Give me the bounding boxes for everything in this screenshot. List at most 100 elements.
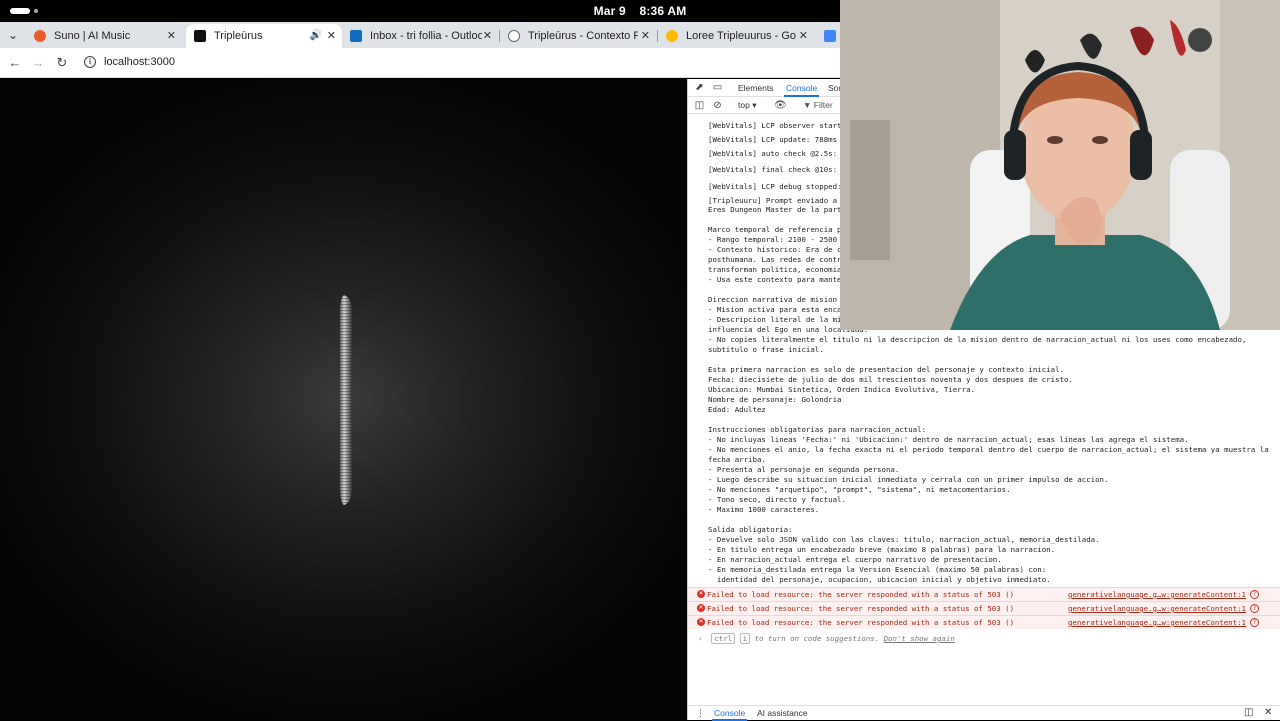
globe-icon — [508, 30, 520, 42]
console-log-line: Marco temporal de referencia p — [708, 225, 842, 234]
console-log-line: [WebVitals] auto check @2.5s: — [708, 149, 838, 158]
inspect-element-icon[interactable]: ⬈ — [694, 82, 705, 93]
console-log-line: subtitulo o frase inicial. — [708, 345, 824, 354]
more-options-icon[interactable]: ⋮ — [696, 708, 705, 719]
tab-suno[interactable]: Suno | AI Music ✕ — [26, 24, 182, 48]
outlook-favicon-icon — [350, 30, 362, 42]
context-selector[interactable]: top ▾ — [738, 100, 756, 111]
tab-contexto[interactable]: Tripleūrus - Contexto Pr ✕ — [500, 24, 656, 48]
eye-icon[interactable]: 👁 — [774, 100, 787, 111]
hint-text: to turn on code suggestions. — [750, 634, 884, 643]
kbd-i: i — [739, 633, 751, 644]
suno-favicon-icon — [34, 30, 46, 42]
console-log-line: - Luego describe su situacion inicial in… — [708, 475, 1109, 484]
tab-tripleurus[interactable]: Tripleūrus 🔊 ✕ — [186, 24, 342, 48]
clock-time: 8:36 AM — [639, 4, 687, 18]
console-log-line: Ubicacion: Mumbai Sintetica, Orden Indic… — [708, 385, 975, 394]
tab-loree[interactable]: Loree Tripleuurus - Goo ✕ — [658, 24, 814, 48]
console-log-line: [WebVitals] LCP debug stopped: — [708, 182, 842, 191]
console-log-line: - En titulo entrega un encabezado breve … — [708, 545, 1056, 554]
error-message: Failed to load resource: the server resp… — [707, 590, 1015, 599]
devtools-drawer: ⋮ Console AI assistance ◫ ✕ — [688, 705, 1280, 721]
console-log-line: [WebVitals] LCP observer starte — [708, 121, 846, 130]
forward-arrow-icon[interactable]: → — [29, 54, 47, 72]
console-log-line: - Presenta al personaje en segunda perso… — [708, 465, 900, 474]
console-log-line: identidad del personaje, ocupacion, ubic… — [708, 575, 1051, 584]
console-log-line: Eres Dungeon Master de la part — [708, 205, 842, 214]
tab-label: Inbox - tri follia - Outlook — [370, 30, 482, 42]
error-source-link[interactable]: generativelanguage.g…w:generateContent:1 — [1068, 590, 1246, 599]
tab-outlook[interactable]: Inbox - tri follia - Outlook ✕ — [342, 24, 498, 48]
browser-tab-strip: ⌄ Suno | AI Music ✕ Tripleūrus 🔊 ✕ Inbox… — [0, 22, 840, 48]
console-log-line: transforman politica, economia — [708, 265, 842, 274]
console-log-line: - Rango temporal: 2100 - 2500 — [708, 235, 838, 244]
console-log-line: - Tono seco, directo y factual. — [708, 495, 846, 504]
drawer-tab-ai-assistance[interactable]: AI assistance — [757, 708, 808, 718]
tab-search-chevron-icon[interactable]: ⌄ — [4, 26, 22, 44]
close-icon[interactable]: ✕ — [483, 24, 492, 48]
docs-favicon-icon — [824, 30, 836, 42]
console-error-row[interactable]: ✕ Failed to load resource: the server re… — [688, 601, 1280, 615]
console-log-line: [Tripleuuru] Prompt enviado a — [708, 196, 838, 205]
tab-label: Tripleūrus — [214, 30, 263, 42]
console-error-row[interactable]: ✕ Failed to load resource: the server re… — [688, 615, 1280, 629]
webcam-feed — [840, 0, 1280, 330]
tab-docs[interactable] — [818, 24, 840, 48]
page-canvas[interactable] — [0, 79, 687, 720]
sidebar-toggle-icon[interactable]: ◫ — [694, 100, 705, 111]
console-log-line: - En memoria_destilada entrega la Versio… — [708, 565, 1047, 574]
console-log-line: - No copies literalmente el titulo ni la… — [708, 335, 1247, 344]
console-log-line: Instrucciones obligatorias para narracio… — [708, 425, 927, 434]
ai-explain-icon[interactable]: ? — [1250, 590, 1259, 599]
console-log-line: [WebVitals] final check @10s: — [708, 165, 838, 174]
console-log-line: Direccion narrativa de mision — [708, 295, 838, 304]
console-prompt-hint: › ctrl i to turn on code suggestions. Do… — [698, 633, 955, 644]
filter-input[interactable]: ▼ Filter — [803, 100, 833, 110]
filter-placeholder: Filter — [813, 100, 833, 110]
console-log-line: - Maximo 1000 caracteres. — [708, 505, 820, 514]
error-source-link[interactable]: generativelanguage.g…w:generateContent:1 — [1068, 618, 1246, 627]
dock-side-icon[interactable]: ◫ — [1244, 707, 1253, 718]
clock-date: Mar 9 — [593, 4, 626, 18]
address-bar: ← → ↻ i localhost:3000 — [0, 48, 840, 78]
tab-console[interactable]: Console — [783, 83, 820, 97]
console-log-line: - No incluyas lineas 'Fecha:' ni 'Ubicac… — [708, 435, 1189, 444]
google-favicon-icon — [666, 30, 678, 42]
device-toolbar-icon[interactable]: ▭ — [712, 82, 723, 93]
clear-console-icon[interactable]: ⊘ — [712, 100, 723, 111]
site-info-icon[interactable]: i — [84, 56, 96, 68]
console-log-line: - Usa este contexto para mante — [708, 275, 842, 284]
error-message: Failed to load resource: the server resp… — [707, 604, 1015, 613]
url-field[interactable]: localhost:3000 — [104, 56, 175, 68]
error-icon: ✕ — [697, 590, 705, 598]
reload-icon[interactable]: ↻ — [53, 54, 71, 72]
back-arrow-icon[interactable]: ← — [6, 54, 24, 72]
close-icon[interactable]: ✕ — [327, 24, 336, 48]
console-log-line: - Mision activa para esta enca — [708, 305, 842, 314]
close-icon[interactable]: ✕ — [641, 24, 650, 48]
close-drawer-icon[interactable]: ✕ — [1264, 707, 1272, 718]
error-source-link[interactable]: generativelanguage.g…w:generateContent:1 — [1068, 604, 1246, 613]
ai-explain-icon[interactable]: ? — [1250, 618, 1259, 627]
drawer-tab-console[interactable]: Console — [711, 708, 748, 721]
error-icon: ✕ — [697, 604, 705, 612]
tab-elements[interactable]: Elements — [738, 83, 773, 93]
speaker-icon[interactable]: 🔊 — [310, 24, 322, 48]
dont-show-again-link[interactable]: Don't show again — [884, 634, 955, 643]
console-error-row[interactable]: ✕ Failed to load resource: the server re… — [688, 587, 1280, 601]
close-icon[interactable]: ✕ — [167, 24, 176, 48]
tripleurus-favicon-icon — [194, 30, 206, 42]
console-log-line: - Contexto historico: Era de c — [708, 245, 842, 254]
tab-label: Loree Tripleuurus - Goo — [686, 30, 796, 42]
console-log-line: Esta primera narracion es solo de presen… — [708, 365, 1064, 374]
console-log-line: Nombre de personaje: Golondria — [708, 395, 842, 404]
close-icon[interactable]: ✕ — [799, 24, 808, 48]
console-log-line: posthumana. Las redes de contr — [708, 255, 842, 264]
console-log-line: Edad: Adultez — [708, 405, 766, 414]
ai-explain-icon[interactable]: ? — [1250, 604, 1259, 613]
console-log-line: - No menciones el anio, la fecha exacta … — [708, 445, 1269, 454]
tab-label: Suno | AI Music — [54, 30, 131, 42]
error-icon: ✕ — [697, 618, 705, 626]
console-log-line: - Descripcion literal de la mi — [708, 315, 842, 324]
console-log-line: - En narracion_actual entrega el cuerpo … — [708, 555, 1002, 564]
